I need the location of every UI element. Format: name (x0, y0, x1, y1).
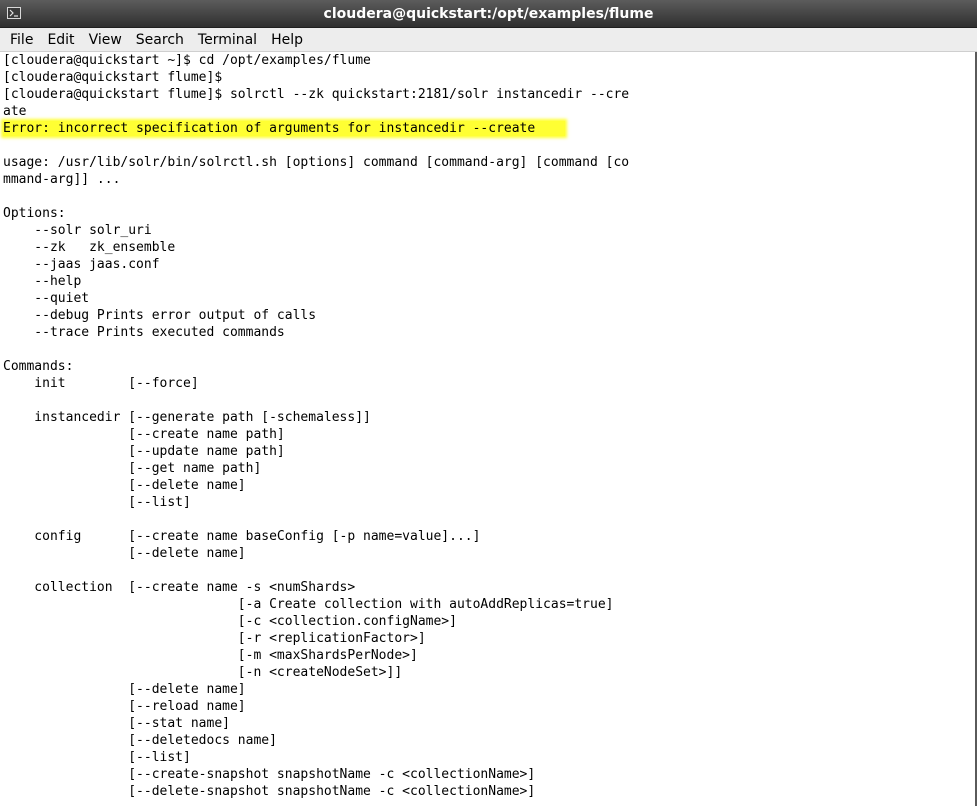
menu-search[interactable]: Search (129, 29, 191, 51)
terminal-line: [--get name path] (3, 461, 262, 476)
terminal-line: [--update name path] (3, 444, 285, 459)
terminal-line: [cloudera@quickstart flume]$ (3, 70, 223, 85)
terminal-line: usage: /usr/lib/solr/bin/solrctl.sh [opt… (3, 155, 630, 170)
terminal-line: --debug Prints error output of calls (3, 308, 317, 323)
terminal-line: [--create-snapshot snapshotName -c <coll… (3, 767, 536, 782)
menu-view[interactable]: View (82, 29, 129, 51)
terminal-line: Options: (3, 206, 66, 221)
terminal-line: ate (3, 104, 27, 119)
menu-edit[interactable]: Edit (40, 29, 81, 51)
terminal-line: --jaas jaas.conf (3, 257, 160, 272)
terminal-line: [--list] (3, 750, 191, 765)
terminal-line: [--create name path] (3, 427, 285, 442)
terminal-line: [--reload name] (3, 699, 246, 714)
terminal-line: [cloudera@quickstart ~]$ cd /opt/example… (3, 53, 371, 68)
error-line: Error: incorrect specification of argume… (3, 120, 977, 137)
terminal-window: cloudera@quickstart:/opt/examples/flume … (0, 0, 977, 806)
terminal-line: [-c <collection.configName>] (3, 614, 457, 629)
terminal-line: --quiet (3, 291, 90, 306)
terminal-line: config [--create name baseConfig [-p nam… (3, 529, 481, 544)
terminal-line: [-m <maxShardsPerNode>] (3, 648, 418, 663)
terminal-line: [-a Create collection with autoAddReplic… (3, 597, 614, 612)
terminal-line: [--delete name] (3, 546, 246, 561)
terminal-line: [cloudera@quickstart flume]$ solrctl --z… (3, 87, 630, 102)
terminal-line: [--delete-snapshot snapshotName -c <coll… (3, 784, 536, 799)
terminal-output[interactable]: [cloudera@quickstart ~]$ cd /opt/example… (0, 52, 977, 806)
terminal-line: init [--force] (3, 376, 199, 391)
menu-help[interactable]: Help (264, 29, 310, 51)
title-bar[interactable]: cloudera@quickstart:/opt/examples/flume (0, 0, 977, 28)
terminal-line: [--delete name] (3, 682, 246, 697)
terminal-line: Commands: (3, 359, 74, 374)
terminal-line: --trace Prints executed commands (3, 325, 285, 340)
menu-terminal[interactable]: Terminal (191, 29, 264, 51)
terminal-line: [--deletedocs name] (3, 733, 277, 748)
terminal-line: [--list] (3, 495, 191, 510)
terminal-line: --zk zk_ensemble (3, 240, 176, 255)
terminal-line: [-n <createNodeSet>]] (3, 665, 403, 680)
menu-bar: File Edit View Search Terminal Help (0, 28, 977, 52)
error-text: Error: incorrect specification of argume… (3, 121, 566, 136)
terminal-line: [-r <replicationFactor>] (3, 631, 426, 646)
terminal-line: [--delete name] (3, 478, 246, 493)
terminal-line: [--stat name] (3, 716, 230, 731)
window-title: cloudera@quickstart:/opt/examples/flume (323, 6, 654, 22)
terminal-line: collection [--create name -s <numShards> (3, 580, 356, 595)
terminal-line: --solr solr_uri (3, 223, 152, 238)
terminal-line: --help (3, 274, 82, 289)
terminal-line: instancedir [--generate path [-schemales… (3, 410, 371, 425)
terminal-line: mmand-arg]] ... (3, 172, 121, 187)
menu-file[interactable]: File (3, 29, 40, 51)
